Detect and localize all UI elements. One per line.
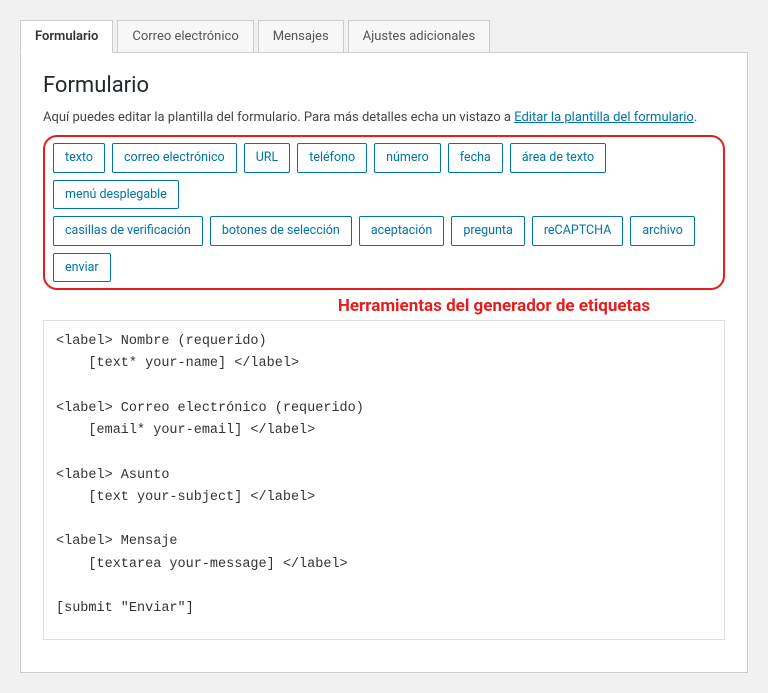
tag-row-1: texto correo electrónico URL teléfono nú…: [53, 143, 715, 209]
tab-formulario[interactable]: Formulario: [20, 20, 113, 53]
tag-generator-highlight: texto correo electrónico URL teléfono nú…: [43, 135, 725, 290]
tabs-bar: Formulario Correo electrónico Mensajes A…: [20, 20, 748, 53]
panel-description-suffix: .: [694, 110, 697, 125]
panel-description: Aquí puedes editar la plantilla del form…: [43, 110, 725, 125]
tag-pregunta[interactable]: pregunta: [451, 216, 524, 246]
tab-ajustes-adicionales[interactable]: Ajustes adicionales: [348, 20, 491, 53]
tag-archivo[interactable]: archivo: [630, 216, 694, 246]
panel-title: Formulario: [43, 73, 725, 98]
panel-description-prefix: Aquí puedes editar la plantilla del form…: [43, 110, 514, 125]
form-template-textarea[interactable]: [43, 320, 725, 640]
tag-correo-electronico[interactable]: correo electrónico: [112, 143, 237, 173]
tag-area-de-texto[interactable]: área de texto: [510, 143, 606, 173]
tag-casillas-verificacion[interactable]: casillas de verificación: [53, 216, 203, 246]
tag-url[interactable]: URL: [244, 143, 291, 173]
tab-mensajes[interactable]: Mensajes: [258, 20, 344, 53]
tag-row-2: casillas de verificación botones de sele…: [53, 216, 715, 282]
tag-aceptacion[interactable]: aceptación: [359, 216, 445, 246]
tag-botones-seleccion[interactable]: botones de selección: [210, 216, 352, 246]
form-editor-container: Formulario Correo electrónico Mensajes A…: [20, 20, 748, 673]
tag-numero[interactable]: número: [374, 143, 441, 173]
tag-telefono[interactable]: teléfono: [297, 143, 367, 173]
tag-fecha[interactable]: fecha: [448, 143, 503, 173]
tag-texto[interactable]: texto: [53, 143, 105, 173]
panel-description-link[interactable]: Editar la plantilla del formulario: [514, 110, 694, 125]
tag-menu-desplegable[interactable]: menú desplegable: [53, 180, 179, 210]
annotation-label: Herramientas del generador de etiquetas: [263, 296, 725, 316]
tag-recaptcha[interactable]: reCAPTCHA: [532, 216, 624, 246]
panel-formulario: Formulario Aquí puedes editar la plantil…: [20, 52, 748, 673]
tab-correo-electronico[interactable]: Correo electrónico: [117, 20, 253, 53]
tag-enviar[interactable]: enviar: [53, 253, 111, 283]
